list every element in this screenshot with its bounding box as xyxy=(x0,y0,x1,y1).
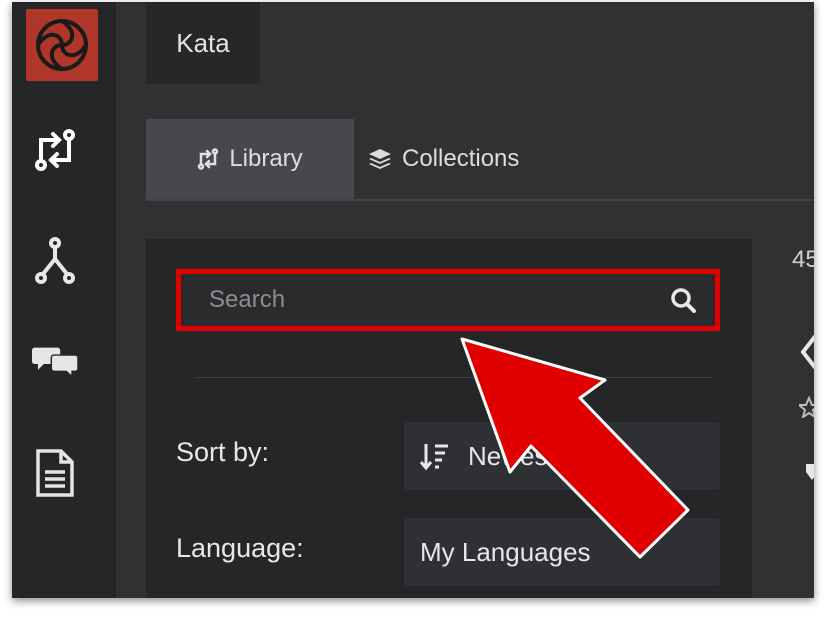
kata-rank-icon xyxy=(799,332,814,377)
search-box xyxy=(176,269,720,331)
results-count: 45 xyxy=(792,246,814,273)
language-label: Language: xyxy=(176,533,304,563)
document-icon xyxy=(36,449,74,497)
nav-practice[interactable] xyxy=(32,127,78,173)
main-content: Kata Library Collections Search Sort by:… xyxy=(116,2,814,598)
sort-label: Sort by: xyxy=(176,437,270,467)
nav-discuss[interactable] xyxy=(32,338,78,384)
swap-arrows-icon xyxy=(198,148,219,170)
sort-value: Newest xyxy=(468,440,555,471)
language-select[interactable]: My Languages xyxy=(404,518,720,586)
sidebar xyxy=(12,2,116,598)
tab-library-label: Library xyxy=(229,145,303,172)
search-icon[interactable] xyxy=(663,287,703,313)
tab-collections[interactable]: Collections xyxy=(368,119,519,199)
search-input[interactable] xyxy=(181,285,663,315)
codewars-logo[interactable] xyxy=(26,9,98,81)
app-window: Kata Library Collections Search Sort by:… xyxy=(12,2,814,598)
chat-bubbles-icon xyxy=(32,347,78,379)
kata-tab[interactable]: Kata xyxy=(146,2,260,84)
language-value: My Languages xyxy=(420,536,591,567)
tab-collections-label: Collections xyxy=(402,145,520,172)
divider xyxy=(196,377,712,378)
filter-panel: Sort by: Newest Language: My Languages xyxy=(146,239,752,598)
layers-icon xyxy=(369,149,391,169)
swap-arrows-icon xyxy=(35,129,75,171)
nav-docs[interactable] xyxy=(32,449,78,497)
sort-descending-icon xyxy=(420,444,448,471)
star-icon[interactable] xyxy=(796,395,814,423)
tab-bar: Library Collections xyxy=(146,119,814,201)
nav-fork[interactable] xyxy=(32,237,78,284)
sort-select[interactable]: Newest xyxy=(404,422,720,490)
fork-icon xyxy=(35,237,75,284)
logo-swirl-icon xyxy=(36,19,88,71)
tag-icon xyxy=(806,462,814,487)
tab-library[interactable]: Library xyxy=(146,119,354,199)
